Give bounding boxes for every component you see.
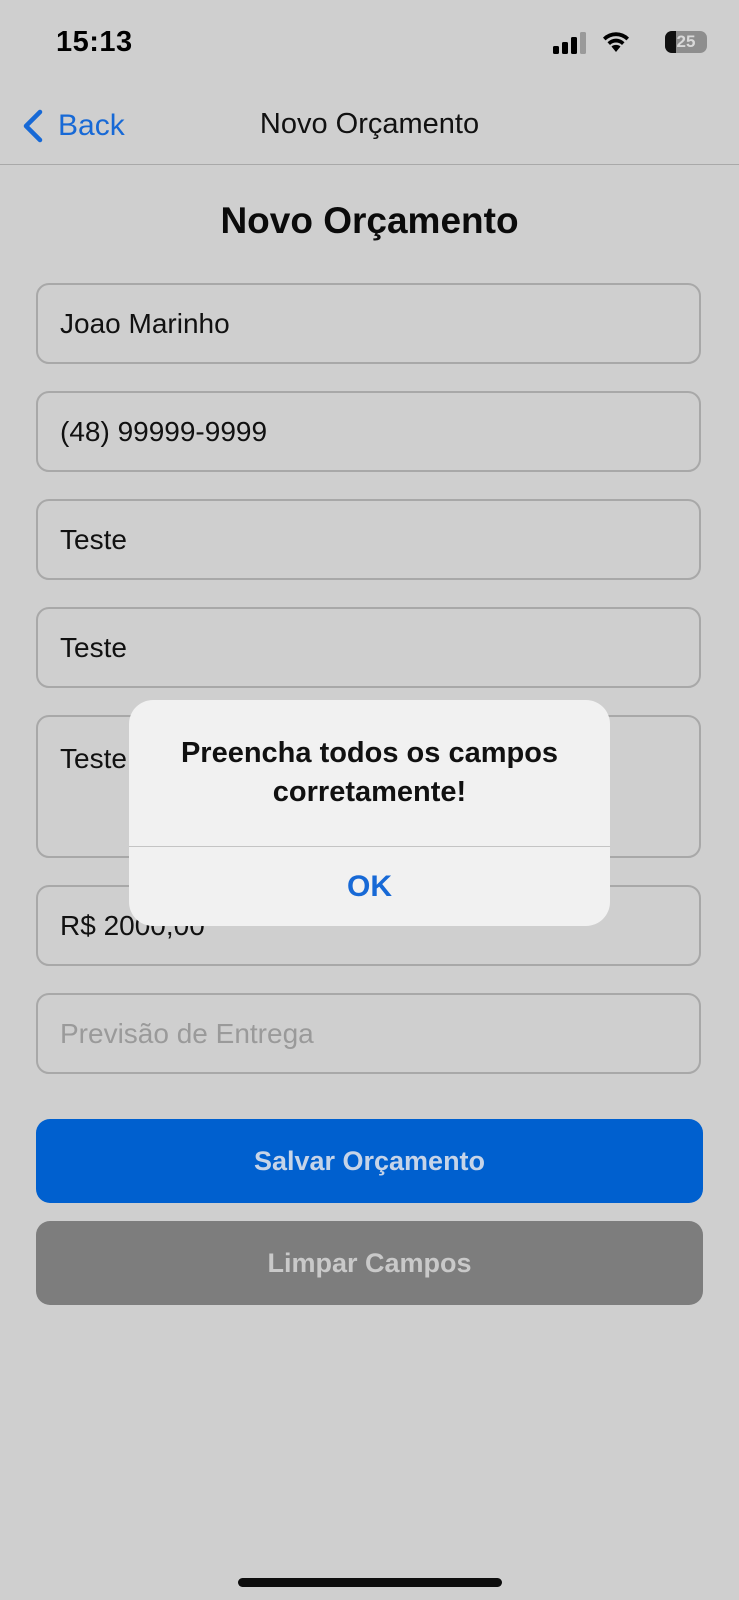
- phone-field[interactable]: (48) 99999-9999: [36, 391, 701, 472]
- save-budget-button[interactable]: Salvar Orçamento: [36, 1119, 703, 1203]
- battery-icon: 25: [665, 31, 707, 53]
- wifi-icon: [603, 32, 629, 52]
- clear-fields-button[interactable]: Limpar Campos: [36, 1221, 703, 1305]
- status-icons: 25: [509, 30, 709, 56]
- text-field-3[interactable]: Teste: [36, 499, 701, 580]
- delivery-date-field[interactable]: Previsão de Entrega: [36, 993, 701, 1074]
- text-field-4[interactable]: Teste: [36, 607, 701, 688]
- battery-level: 25: [676, 32, 696, 51]
- alert-ok-button[interactable]: OK: [129, 847, 610, 926]
- alert-message: Preencha todos os campos corretamente!: [180, 737, 559, 808]
- client-name-field[interactable]: Joao Marinho: [36, 283, 701, 364]
- home-indicator[interactable]: [238, 1578, 502, 1587]
- status-time: 15:13: [56, 26, 133, 58]
- nav-title: Novo Orçamento: [259, 108, 480, 140]
- alert-dialog: Preencha todos os campos corretamente! O…: [129, 700, 610, 926]
- status-bar: 15:13 25: [0, 0, 739, 90]
- navigation-bar: Back Novo Orçamento: [0, 90, 739, 165]
- signal-icon: [553, 32, 586, 54]
- page-title: Novo Orçamento: [220, 200, 519, 241]
